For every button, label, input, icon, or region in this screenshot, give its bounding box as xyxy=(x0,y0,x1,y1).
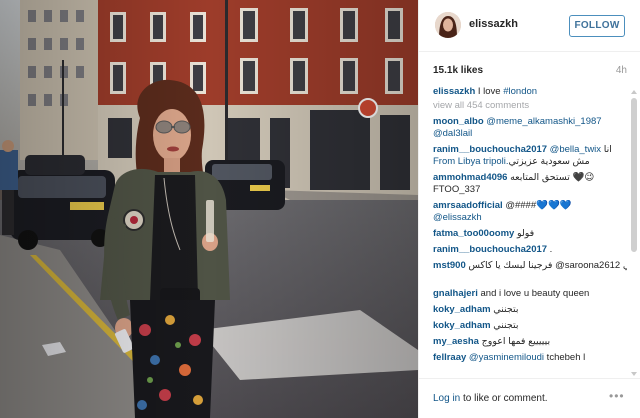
comment-text: . xyxy=(547,244,553,255)
post-footer: Log in to like or comment. ••• xyxy=(419,378,640,418)
scrollbar-thumb[interactable] xyxy=(631,98,637,252)
comment-text: مش سعودية عزيزتي xyxy=(508,156,590,167)
comment-mention[interactable]: @dal3lail xyxy=(433,128,472,139)
login-prompt-text: to like or comment. xyxy=(460,393,548,404)
comment-text: @####💙💙💙 xyxy=(502,200,572,211)
comment-mention[interactable]: @yasminemiloudi xyxy=(466,352,544,363)
comment-username[interactable]: amrsaadofficial xyxy=(433,200,503,211)
comment-text: and i love u beauty queen xyxy=(477,288,590,299)
comments-scrollbar[interactable] xyxy=(630,90,638,376)
comment-username[interactable]: koky_adham xyxy=(433,320,491,331)
caption-text: I love xyxy=(475,86,504,97)
comment-username[interactable]: ammohmad4096 xyxy=(433,172,507,183)
street-photo-illustration xyxy=(0,0,418,418)
comment-mention[interactable]: @elissazkh xyxy=(433,212,482,223)
post-photo[interactable] xyxy=(0,0,418,418)
post-time[interactable]: 4h xyxy=(616,65,627,76)
list-item: amrsaadofficial @####💙💙💙 xyxy=(433,200,627,212)
comment-username[interactable]: moon_albo xyxy=(433,116,484,127)
comment-text: فولو xyxy=(514,228,535,239)
comment-username[interactable]: ranim__bouchoucha2017 xyxy=(433,144,547,155)
comment-text: بتجنني xyxy=(490,320,519,331)
post-username[interactable]: elissazkh xyxy=(469,18,518,30)
comment-text: بتجنني xyxy=(490,304,519,315)
scroll-down-arrow-icon[interactable] xyxy=(631,372,637,376)
login-link[interactable]: Log in xyxy=(433,393,460,404)
view-all-label[interactable]: view all 454 comments xyxy=(433,100,529,111)
comment-username[interactable]: gnalhajeri xyxy=(433,288,478,299)
comment-link[interactable]: From Libya tripoli. xyxy=(433,156,509,167)
post-header: elissazkh FOLLOW xyxy=(419,0,640,52)
list-item: @dal3lail xyxy=(433,128,627,140)
comment-text: فرجينا لبسك يا كاكس @saroona2612 انتي xyxy=(468,260,627,271)
view-all-comments-link[interactable]: view all 454 comments xyxy=(433,100,627,112)
caption: elissazkh I love #london xyxy=(433,86,627,98)
list-item: gnalhajeri and i love u beauty queen xyxy=(433,288,627,300)
avatar[interactable] xyxy=(435,12,461,38)
scroll-up-arrow-icon[interactable] xyxy=(631,90,637,94)
comments-list: elissazkh I love #london view all 454 co… xyxy=(433,86,627,376)
list-item: moon_albo @meme_alkamashki_1987 xyxy=(433,116,627,128)
list-item: ranim__bouchoucha2017 . xyxy=(433,244,627,256)
comment-text: FTOO_337 xyxy=(433,184,481,195)
list-item: my_aesha بيييييع فمها اعووج xyxy=(433,336,627,348)
list-item: @elissazkh xyxy=(433,212,627,224)
comment-username[interactable]: fatma_too00oomy xyxy=(433,228,514,239)
list-item: fatma_too00oomy فولو xyxy=(433,228,627,240)
comment-text: tchebeh l xyxy=(544,352,586,363)
list-item: From Libya tripoli.مش سعودية عزيزتي xyxy=(433,156,627,168)
comment-text: انا xyxy=(601,144,612,155)
follow-button[interactable]: FOLLOW xyxy=(569,15,625,37)
likes-count[interactable]: 15.1k likes xyxy=(433,65,483,76)
list-item: fellraay @yasminemiloudi tchebeh l xyxy=(433,352,627,364)
comment-username[interactable]: ranim__bouchoucha2017 xyxy=(433,244,547,255)
comment-username[interactable]: my_aesha xyxy=(433,336,479,347)
post-side-panel: elissazkh FOLLOW 15.1k likes 4h elissazk… xyxy=(418,0,640,418)
comment-username[interactable]: fellraay xyxy=(433,352,466,363)
caption-hashtag[interactable]: #london xyxy=(503,86,537,97)
comment-text: تستحق المتابعه 🖤😉 xyxy=(507,172,595,183)
avatar-image xyxy=(435,12,461,38)
list-item: koky_adham بتجنني xyxy=(433,320,627,332)
list-item: koky_adham بتجنني xyxy=(433,304,627,316)
post-stats: 15.1k likes 4h xyxy=(433,65,627,79)
more-options-icon[interactable]: ••• xyxy=(609,389,625,403)
list-item: ammohmad4096 تستحق المتابعه 🖤😉 xyxy=(433,172,627,184)
caption-username[interactable]: elissazkh xyxy=(433,86,475,97)
login-prompt: Log in to like or comment. xyxy=(433,393,548,404)
comment-mention[interactable]: @meme_alkamashki_1987 xyxy=(484,116,601,127)
list-item: ranim__bouchoucha2017 @bella_twix انا xyxy=(433,144,627,156)
comment-mention[interactable]: @bella_twix xyxy=(547,144,601,155)
comment-username[interactable]: koky_adham xyxy=(433,304,491,315)
comment-username[interactable]: mst900 xyxy=(433,260,466,271)
comment-text: بيييييع فمها اعووج xyxy=(478,336,551,347)
list-item: FTOO_337 xyxy=(433,184,627,196)
list-item: mst900 فرجينا لبسك يا كاكس @saroona2612 … xyxy=(433,260,627,272)
